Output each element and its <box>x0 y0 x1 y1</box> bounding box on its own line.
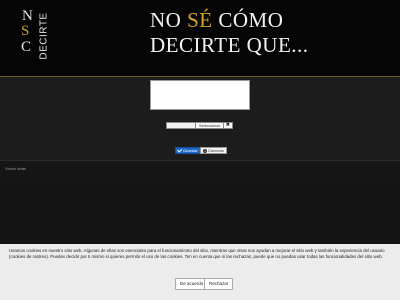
file-select-button[interactable]: Seleccionar <box>196 122 224 129</box>
file-upload-row: Seleccionar ✖ <box>166 122 233 129</box>
back-link[interactable]: Volver atrás <box>5 166 26 171</box>
file-clear-button[interactable]: ✖ <box>223 122 233 129</box>
cancel-icon: × <box>203 148 207 153</box>
logo-letter-c: C <box>21 39 32 55</box>
cookie-banner: Usamos cookies en nuestro sitio web. Alg… <box>0 244 400 300</box>
site-header: N S C DECIRTE NO SÉ CÓMO DECIRTE QUE... <box>0 0 400 76</box>
file-name-field[interactable] <box>166 122 196 129</box>
check-icon <box>177 147 183 153</box>
cancel-button[interactable]: × Cancelar <box>200 147 228 154</box>
section-divider <box>0 160 400 161</box>
reject-cookies-button[interactable]: Rechazar <box>204 278 234 290</box>
save-button-label: Guardar <box>183 148 198 153</box>
save-button[interactable]: Guardar <box>175 147 201 154</box>
logo-letter-n: N <box>22 8 33 24</box>
cookie-text: Usamos cookies en nuestro sitio web. Alg… <box>9 248 385 259</box>
content-area <box>0 182 400 244</box>
site-logo[interactable]: N S C DECIRTE <box>18 8 56 62</box>
logo-word: DECIRTE <box>38 12 50 60</box>
title-part-2: CÓMO <box>212 8 284 32</box>
page-title: NO SÉ CÓMO DECIRTE QUE... <box>150 8 309 58</box>
title-accent: SÉ <box>187 8 213 32</box>
title-line-2: DECIRTE QUE... <box>150 33 309 57</box>
title-part-1: NO <box>150 8 188 32</box>
cancel-button-label: Cancelar <box>208 148 225 153</box>
logo-letter-s: S <box>21 23 30 39</box>
message-textarea[interactable] <box>150 80 250 110</box>
